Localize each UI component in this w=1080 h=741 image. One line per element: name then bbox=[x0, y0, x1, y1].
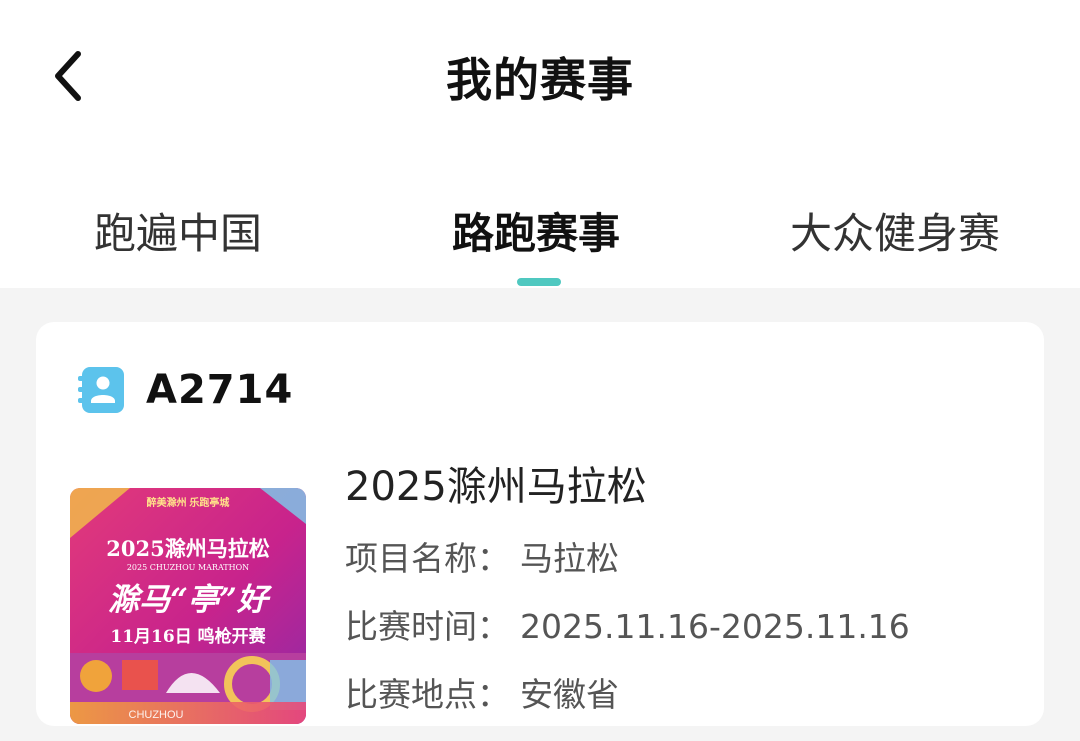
info-value: 2025.11.16-2025.11.16 bbox=[520, 607, 910, 646]
info-value: 马拉松 bbox=[520, 539, 619, 578]
poster-title: 2025滁州马拉松 bbox=[106, 536, 269, 561]
top-header: 我的赛事 bbox=[0, 0, 1080, 150]
poster-slogan: 醉美滁州 乐跑亭城 bbox=[147, 496, 230, 509]
poster-subtitle: 2025 CHUZHOU MARATHON bbox=[127, 563, 249, 572]
info-label: 项目名称： bbox=[345, 539, 510, 578]
contact-book-icon bbox=[78, 367, 124, 413]
event-info: 2025滁州马拉松 项目名称： 马拉松 比赛时间： 2025.11.16-2025.… bbox=[345, 454, 910, 716]
poster-calligraphy: 滁马“亭”好 bbox=[108, 582, 273, 618]
tab-fitness-race[interactable]: 大众健身赛 bbox=[790, 200, 1000, 261]
tab-bar: 跑遍中国 路跑赛事 大众健身赛 bbox=[0, 180, 1080, 288]
info-label: 比赛时间： bbox=[345, 607, 510, 646]
page-title: 我的赛事 bbox=[446, 53, 634, 107]
poster-footer: CHUZHOU bbox=[129, 709, 184, 721]
tab-run-china[interactable]: 跑遍中国 bbox=[94, 200, 262, 261]
info-label: 比赛地点： bbox=[345, 675, 510, 714]
info-row-project: 项目名称： 马拉松 bbox=[345, 532, 910, 580]
info-value: 安徽省 bbox=[520, 675, 619, 714]
content-area: A2714 醉美滁州 乐跑亭城 2025滁州马拉松 2025 CHUZHOU M… bbox=[0, 288, 1080, 741]
card-header: A2714 bbox=[74, 362, 293, 418]
active-tab-indicator bbox=[517, 278, 561, 286]
info-row-time: 比赛时间： 2025.11.16-2025.11.16 bbox=[345, 600, 910, 648]
poster-date: 11月16日 鸣枪开赛 bbox=[110, 626, 266, 647]
event-title: 2025滁州马拉松 bbox=[345, 464, 647, 510]
event-card[interactable]: A2714 醉美滁州 乐跑亭城 2025滁州马拉松 2025 CHUZHOU M… bbox=[36, 322, 1044, 726]
info-row-location: 比赛地点： 安徽省 bbox=[345, 668, 910, 716]
bib-number: A2714 bbox=[146, 367, 294, 413]
tab-road-race[interactable]: 路跑赛事 bbox=[452, 200, 620, 261]
event-poster: 醉美滁州 乐跑亭城 2025滁州马拉松 2025 CHUZHOU MARATHO… bbox=[70, 488, 306, 724]
